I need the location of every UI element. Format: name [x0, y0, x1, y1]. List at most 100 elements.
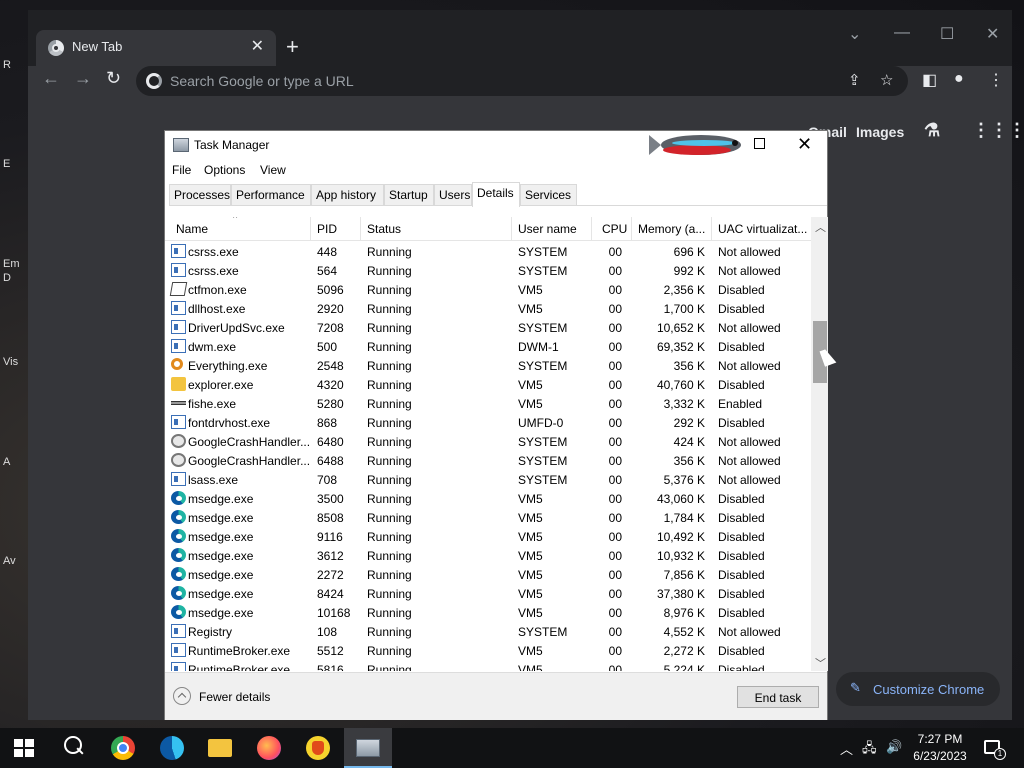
process-user: DWM-1 [518, 340, 559, 354]
back-icon[interactable]: ← [42, 68, 60, 89]
table-row[interactable]: msedge.exe 10168 Running VM5 00 8,976 K Disabl… [165, 603, 811, 622]
fewer-details-link[interactable]: Fewer details [199, 690, 270, 704]
table-row[interactable]: msedge.exe 8424 Running VM5 00 37,380 K Disabl… [165, 584, 811, 603]
desktop-icon-label[interactable]: E [3, 158, 10, 170]
menu-file[interactable]: File [172, 163, 191, 177]
desktop-icon-label[interactable]: R [3, 59, 11, 71]
tab-details[interactable]: Details [472, 182, 520, 207]
process-uac: Not allowed [718, 245, 781, 259]
omnibox-placeholder[interactable]: Search Google or type a URL [170, 73, 354, 89]
table-row[interactable]: msedge.exe 8508 Running VM5 00 1,784 K Disable… [165, 508, 811, 527]
firefox-taskbar-icon[interactable] [257, 736, 281, 760]
minimize-icon[interactable]: — [894, 24, 910, 42]
table-row[interactable]: ctfmon.exe 5096 Running VM5 00 2,356 K Disable… [165, 280, 811, 299]
table-row[interactable]: Registry 108 Running SYSTEM 00 4,552 K Not all… [165, 622, 811, 641]
tab-users[interactable]: Users [434, 184, 472, 206]
menu-view[interactable]: View [260, 163, 286, 177]
table-row[interactable]: msedge.exe 3500 Running VM5 00 43,060 K Disabl… [165, 489, 811, 508]
share-icon[interactable]: ⇪ [848, 71, 861, 89]
column-header-memory[interactable]: Memory (a... [632, 217, 712, 241]
table-row[interactable]: DriverUpdSvc.exe 7208 Running SYSTEM 00 10,65… [165, 318, 811, 337]
column-header-cpu[interactable]: CPU [592, 217, 632, 241]
maximize-icon[interactable]: ☐ [940, 24, 954, 44]
side-panel-icon[interactable]: ◧ [922, 70, 937, 90]
tab-close-icon[interactable]: ✕ [251, 36, 264, 56]
profile-icon[interactable]: ● [954, 70, 964, 88]
scroll-down-icon[interactable]: ﹀ [815, 655, 826, 671]
desktop-icon-label[interactable]: A [3, 456, 10, 468]
table-row[interactable]: fontdrvhost.exe 868 Running UMFD-0 00 292 K Di… [165, 413, 811, 432]
task-manager-taskbar-icon[interactable] [356, 739, 380, 757]
table-row[interactable]: RuntimeBroker.exe 5816 Running VM5 00 5,224 K… [165, 660, 811, 671]
process-name: GoogleCrashHandler... [188, 435, 311, 449]
table-row[interactable]: Everything.exe 2548 Running SYSTEM 00 356 K No… [165, 356, 811, 375]
table-row[interactable]: RuntimeBroker.exe 5512 Running VM5 00 2,272 K… [165, 641, 811, 660]
scroll-up-icon[interactable]: ︿ [815, 219, 826, 235]
desktop-icon-label[interactable]: D [3, 272, 11, 284]
task-manager-icon [173, 138, 189, 152]
clock-date[interactable]: 6/23/2023 [906, 749, 974, 763]
tab-performance[interactable]: Performance [231, 184, 311, 206]
table-row[interactable]: dwm.exe 500 Running DWM-1 00 69,352 K Disabled [165, 337, 811, 356]
tab-app-history[interactable]: App history [311, 184, 384, 206]
apps-grid-icon[interactable]: ⋮⋮⋮ [972, 120, 1024, 141]
notification-count-badge: 1 [994, 748, 1006, 760]
file-explorer-icon[interactable] [208, 739, 232, 757]
column-header-status[interactable]: Status [361, 217, 512, 241]
volume-icon[interactable]: 🔊 [886, 739, 902, 755]
forward-icon[interactable]: → [74, 68, 92, 89]
labs-flask-icon[interactable]: ⚗ [924, 120, 940, 141]
end-task-button[interactable]: End task [737, 686, 819, 708]
new-tab-button[interactable]: + [286, 34, 299, 60]
maximize-icon[interactable] [754, 138, 765, 149]
omnibox[interactable]: Search Google or type a URL ⇪ ☆ [136, 66, 908, 96]
menu-icon[interactable]: ⋮ [988, 70, 1004, 90]
process-uac: Disabled [718, 606, 765, 620]
table-row[interactable]: GoogleCrashHandler... 6488 Running SYSTEM 00… [165, 451, 811, 470]
table-row[interactable]: fishe.exe 5280 Running VM5 00 3,332 K Enabled [165, 394, 811, 413]
table-row[interactable]: lsass.exe 708 Running SYSTEM 00 5,376 K Not al… [165, 470, 811, 489]
tab-startup[interactable]: Startup [384, 184, 434, 206]
desktop-icon-label[interactable]: Vis [3, 356, 18, 368]
edge-taskbar-icon[interactable] [160, 736, 184, 760]
column-header-pid[interactable]: PID [311, 217, 361, 241]
table-row[interactable]: dllhost.exe 2920 Running VM5 00 1,700 K Disabl… [165, 299, 811, 318]
vertical-scrollbar[interactable]: ︿ ﹀ [811, 217, 828, 671]
customize-chrome-button[interactable]: ✎ Customize Chrome [836, 672, 1000, 706]
show-hidden-icons-icon[interactable]: ︿ [840, 739, 853, 758]
table-row[interactable]: csrss.exe 448 Running SYSTEM 00 696 K Not allo… [165, 242, 811, 261]
menu-options[interactable]: Options [204, 163, 245, 177]
desktop-icon-label[interactable]: Av [3, 555, 16, 567]
table-row[interactable]: msedge.exe 2272 Running VM5 00 7,856 K Disable… [165, 565, 811, 584]
task-manager-titlebar[interactable]: Task Manager ✕ [165, 131, 827, 159]
chrome-tab-new-tab[interactable]: New Tab ✕ [36, 30, 276, 66]
images-link[interactable]: Images [856, 124, 904, 140]
process-name: fontdrvhost.exe [188, 416, 271, 430]
column-header-uac[interactable]: UAC virtualizat... [712, 217, 811, 241]
table-row[interactable]: csrss.exe 564 Running SYSTEM 00 992 K Not allo… [165, 261, 811, 280]
table-row[interactable]: msedge.exe 9116 Running VM5 00 10,492 K Disabl… [165, 527, 811, 546]
tab-search-icon[interactable]: ⌄ [848, 24, 861, 44]
windows-start-icon[interactable] [14, 739, 34, 757]
brave-taskbar-icon[interactable] [306, 736, 330, 760]
search-icon[interactable] [62, 736, 86, 760]
column-header-user-name[interactable]: User name [512, 217, 592, 241]
reload-icon[interactable]: ↻ [106, 68, 121, 89]
desktop-icon-label[interactable]: Em [3, 258, 20, 270]
chrome-taskbar-icon[interactable] [111, 736, 135, 760]
collapse-chevron-icon[interactable] [173, 687, 191, 705]
process-name: DriverUpdSvc.exe [188, 321, 285, 335]
process-name: RuntimeBroker.exe [188, 644, 291, 658]
tab-services[interactable]: Services [520, 184, 577, 206]
network-icon[interactable]: 🖧 [862, 739, 877, 761]
table-row[interactable]: GoogleCrashHandler... 6480 Running SYSTEM 00… [165, 432, 811, 451]
tab-processes[interactable]: Processes [169, 184, 231, 206]
close-window-icon[interactable]: ✕ [986, 24, 999, 44]
column-header-name[interactable]: Name [165, 217, 311, 241]
table-row[interactable]: msedge.exe 3612 Running VM5 00 10,932 K Disabl… [165, 546, 811, 565]
process-user: VM5 [518, 283, 543, 297]
clock-time[interactable]: 7:27 PM [910, 732, 970, 746]
bookmark-star-icon[interactable]: ☆ [880, 71, 893, 89]
table-row[interactable]: explorer.exe 4320 Running VM5 00 40,760 K Disa… [165, 375, 811, 394]
close-icon[interactable]: ✕ [797, 134, 812, 155]
